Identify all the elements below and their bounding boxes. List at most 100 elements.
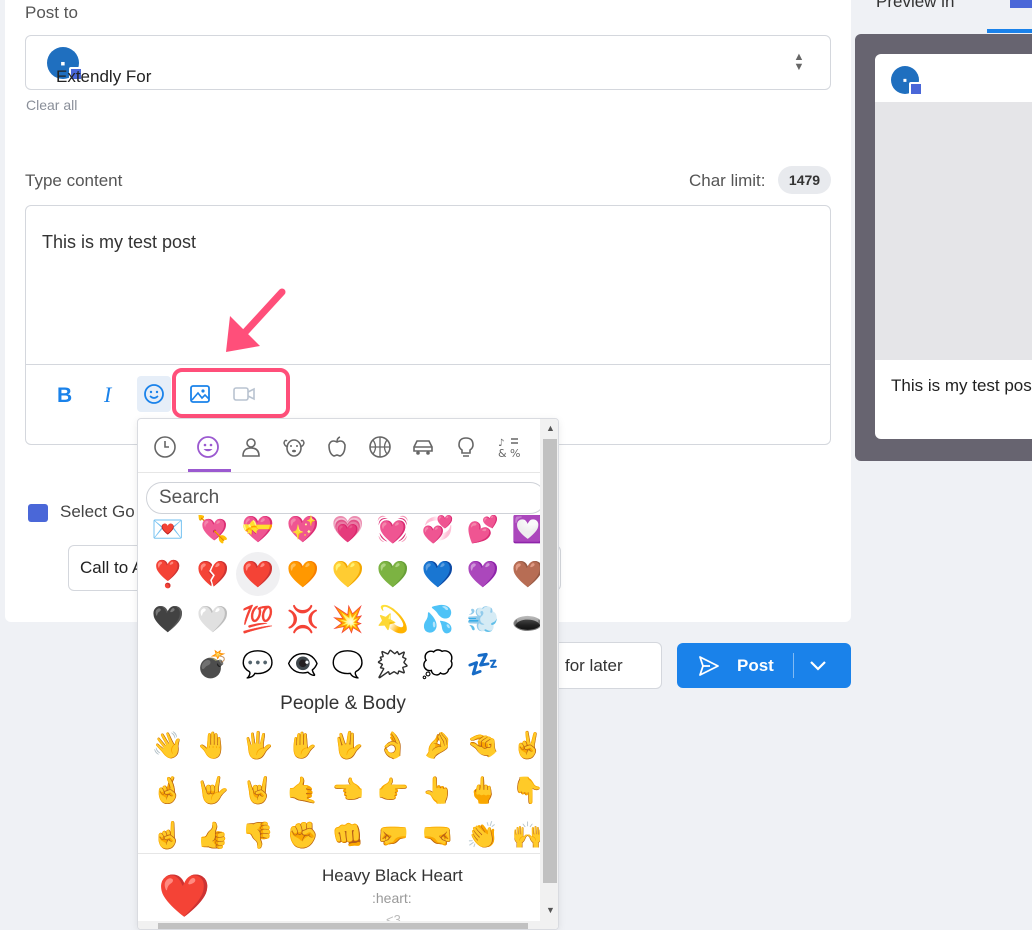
emoji-cell[interactable]: 🕳️: [506, 597, 540, 641]
emoji-cell[interactable]: 💯: [236, 597, 280, 641]
emoji-cell[interactable]: 🗨️: [326, 642, 370, 686]
emoji-cell[interactable]: 💚: [371, 552, 415, 596]
emoji-cell[interactable]: 💢: [281, 597, 325, 641]
emoji-cell[interactable]: 💝: [236, 515, 280, 551]
emoji-row: 💌 💘 💝 💖 💗 💓 💞 💕 💟: [146, 515, 540, 551]
emoji-cell-selected[interactable]: ❤️: [236, 552, 280, 596]
emoji-cell[interactable]: 👌: [371, 723, 415, 767]
emoji-cell[interactable]: 👇: [506, 768, 540, 812]
vertical-scrollbar[interactable]: ▲ ▼: [540, 419, 558, 921]
emoji-cell[interactable]: 💟: [506, 515, 540, 551]
emoji-cell[interactable]: 💭: [416, 642, 460, 686]
symbols-category-icon[interactable]: ♪ &%: [492, 429, 526, 463]
content-text[interactable]: This is my test post: [42, 232, 196, 253]
send-icon: [699, 656, 719, 676]
horizontal-scrollbar[interactable]: [138, 921, 558, 929]
emoji-cell[interactable]: 🤜: [416, 813, 460, 853]
emoji-cell[interactable]: 💥: [326, 597, 370, 641]
emoji-cell[interactable]: 💜: [461, 552, 505, 596]
emoji-cell[interactable]: 💗: [326, 515, 370, 551]
activity-category-icon[interactable]: [363, 429, 397, 463]
chevron-down-icon[interactable]: [809, 658, 827, 674]
post-to-label: Post to: [25, 3, 78, 22]
objects-category-icon[interactable]: [449, 429, 483, 463]
emoji-cell[interactable]: 💙: [416, 552, 460, 596]
emoji-cell[interactable]: 👉: [371, 768, 415, 812]
emoji-cell[interactable]: ✊: [281, 813, 325, 853]
store-icon: ▪: [902, 73, 908, 87]
emoji-cell[interactable]: 👈: [326, 768, 370, 812]
post-button[interactable]: Post: [677, 643, 851, 688]
emoji-cell[interactable]: ❣️: [146, 552, 190, 596]
emoji-cell[interactable]: 👁️‍🗨️: [281, 642, 325, 686]
preview-emoji-shortcode: :heart:: [372, 890, 412, 906]
emoji-cell[interactable]: 💘: [191, 515, 235, 551]
emoji-cell[interactable]: 💬: [236, 642, 280, 686]
emoji-cell[interactable]: 💕: [461, 515, 505, 551]
emoji-cell[interactable]: ✌️: [506, 723, 540, 767]
people-category-icon[interactable]: [234, 429, 268, 463]
scroll-down-arrow-icon[interactable]: ▼: [546, 905, 555, 915]
emoji-cell[interactable]: 🤟: [191, 768, 235, 812]
preview-tab-label[interactable]: Preview in: [876, 0, 954, 12]
emoji-cell[interactable]: 🤞: [146, 768, 190, 812]
food-category-icon[interactable]: [320, 429, 354, 463]
emoji-cell[interactable]: ☝️: [146, 813, 190, 853]
emoji-cell[interactable]: 💞: [416, 515, 460, 551]
emoji-cell[interactable]: 👍: [191, 813, 235, 853]
emoji-section-title: People & Body: [280, 693, 406, 714]
emoji-cell[interactable]: 🖐️: [236, 723, 280, 767]
emoji-cell[interactable]: 👎: [236, 813, 280, 853]
emoji-cell[interactable]: 🗯️: [371, 642, 415, 686]
emoji-cell[interactable]: 💖: [281, 515, 325, 551]
emoji-cell[interactable]: 🤛: [371, 813, 415, 853]
emoji-cell[interactable]: 💔: [191, 552, 235, 596]
emoji-button[interactable]: [137, 376, 171, 412]
emoji-search-input[interactable]: Search: [146, 482, 546, 514]
clear-all-link[interactable]: Clear all: [26, 97, 77, 113]
emoji-cell[interactable]: 🤚: [191, 723, 235, 767]
emoji-cell[interactable]: 💦: [416, 597, 460, 641]
emoji-row: 🖤 🤍 💯 💢 💥 💫 💦 💨 🕳️: [146, 597, 540, 641]
italic-button[interactable]: I: [93, 376, 127, 412]
emoji-cell[interactable]: 🤏: [461, 723, 505, 767]
smileys-category-icon[interactable]: [191, 429, 225, 463]
emoji-cell[interactable]: 🤍: [191, 597, 235, 641]
recent-category-icon[interactable]: [148, 429, 182, 463]
animals-category-icon[interactable]: [277, 429, 311, 463]
char-limit-badge: 1479: [778, 166, 831, 194]
emoji-cell[interactable]: 🤌: [416, 723, 460, 767]
emoji-cell[interactable]: 🙌: [506, 813, 540, 853]
emoji-cell[interactable]: 💫: [371, 597, 415, 641]
bold-button[interactable]: B: [48, 376, 82, 412]
gbp-badge-icon: [909, 82, 923, 96]
emoji-cell[interactable]: 🖕: [461, 768, 505, 812]
emoji-preview-bar: ❤️ Heavy Black Heart :heart: <3: [138, 853, 540, 929]
emoji-cell[interactable]: 💌: [146, 515, 190, 551]
emoji-cell[interactable]: 🖖: [326, 723, 370, 767]
vertical-scrollbar-thumb[interactable]: [543, 439, 557, 883]
horizontal-scrollbar-thumb[interactable]: [158, 923, 528, 929]
google-business-icon: [28, 503, 48, 522]
chevron-up-down-icon[interactable]: ▲ ▼: [792, 52, 806, 74]
emoji-cell[interactable]: 👆: [416, 768, 460, 812]
emoji-cell[interactable]: 🤙: [281, 768, 325, 812]
emoji-cell[interactable]: 👏: [461, 813, 505, 853]
emoji-cell[interactable]: 👊: [326, 813, 370, 853]
emoji-cell[interactable]: 💨: [461, 597, 505, 641]
emoji-cell[interactable]: 💣: [191, 642, 235, 686]
preview-platform-icon[interactable]: [1010, 0, 1032, 8]
emoji-cell[interactable]: 🖤: [146, 597, 190, 641]
emoji-cell[interactable]: 🤎: [506, 552, 540, 596]
travel-category-icon[interactable]: [406, 429, 440, 463]
scroll-up-arrow-icon[interactable]: ▲: [546, 423, 555, 433]
emoji-cell[interactable]: 👋: [146, 723, 190, 767]
emoji-cell[interactable]: 🤘: [236, 768, 280, 812]
emoji-cell[interactable]: 💤: [461, 642, 505, 686]
emoji-cell[interactable]: ✋: [281, 723, 325, 767]
emoji-cell[interactable]: 🧡: [281, 552, 325, 596]
emoji-cell[interactable]: 💛: [326, 552, 370, 596]
content-editor[interactable]: This is my test post B I: [25, 205, 831, 445]
emoji-cell[interactable]: 💓: [371, 515, 415, 551]
emoji-picker: ♪&% Search 💌 💘 💝 💖 💗 💓 💞 💕 💟 ❣️ 💔 ❤️ 🧡 💛…: [137, 418, 559, 930]
